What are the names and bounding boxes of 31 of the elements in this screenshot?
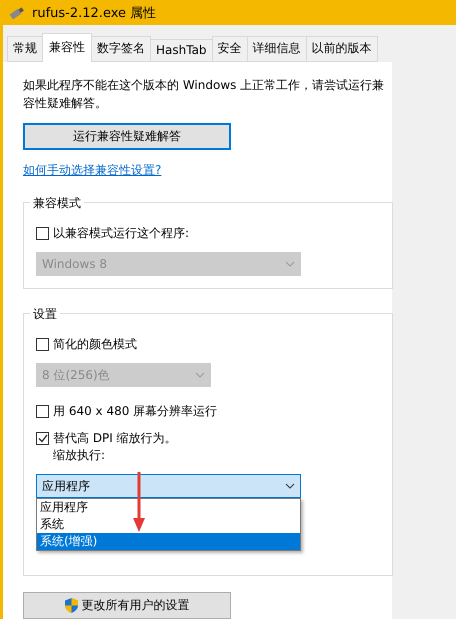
window-title: rufus-2.12.exe 属性 [32, 4, 156, 22]
checkbox-sublabel: 缩放执行: [53, 447, 106, 464]
intro-text: 如果此程序不能在这个版本的 Windows 上正常工作，请尝试运行兼容性疑难解答。 [23, 77, 386, 112]
arrow-drawing [132, 472, 146, 534]
checkbox-label: 用 640 x 480 屏幕分辨率运行 [53, 403, 218, 420]
checkbox[interactable] [36, 405, 49, 418]
checkbox[interactable] [36, 338, 49, 351]
shield-icon [64, 598, 78, 613]
tab[interactable]: 安全 [212, 36, 248, 62]
help-link[interactable]: 如何手动选择兼容性设置? [23, 162, 162, 179]
tab[interactable]: 详细信息 [246, 36, 307, 62]
checkbox[interactable] [36, 227, 49, 240]
chevron-icon [285, 483, 295, 489]
tab[interactable]: 数字签名 [91, 36, 151, 62]
chevron-icon [195, 372, 205, 378]
checkbox-label: 以兼容模式运行这个程序: [53, 225, 190, 242]
tab[interactable]: HashTab [150, 39, 213, 62]
troubleshoot-button[interactable]: 运行兼容性疑难解答 [23, 123, 231, 150]
dropdown-option[interactable]: 系统(增强) [37, 533, 300, 550]
dropdown-option[interactable]: 应用程序 [37, 499, 300, 516]
tab[interactable]: 常规 [7, 36, 43, 62]
tab[interactable]: 兼容性 [42, 33, 92, 62]
usb-drive-icon [8, 6, 26, 20]
change-all-users-button[interactable]: 更改所有用户的设置 [23, 592, 231, 619]
checkbox-label: 简化的颜色模式 [53, 336, 137, 353]
checkbox[interactable] [36, 432, 49, 445]
dropdown-option[interactable]: 系统 [37, 516, 300, 533]
scaling-select[interactable]: 应用程序 [36, 474, 301, 498]
checkbox-label: 替代高 DPI 缩放行为。 [53, 430, 177, 447]
tab[interactable]: 以前的版本 [306, 36, 378, 62]
chevron-icon [285, 261, 295, 267]
